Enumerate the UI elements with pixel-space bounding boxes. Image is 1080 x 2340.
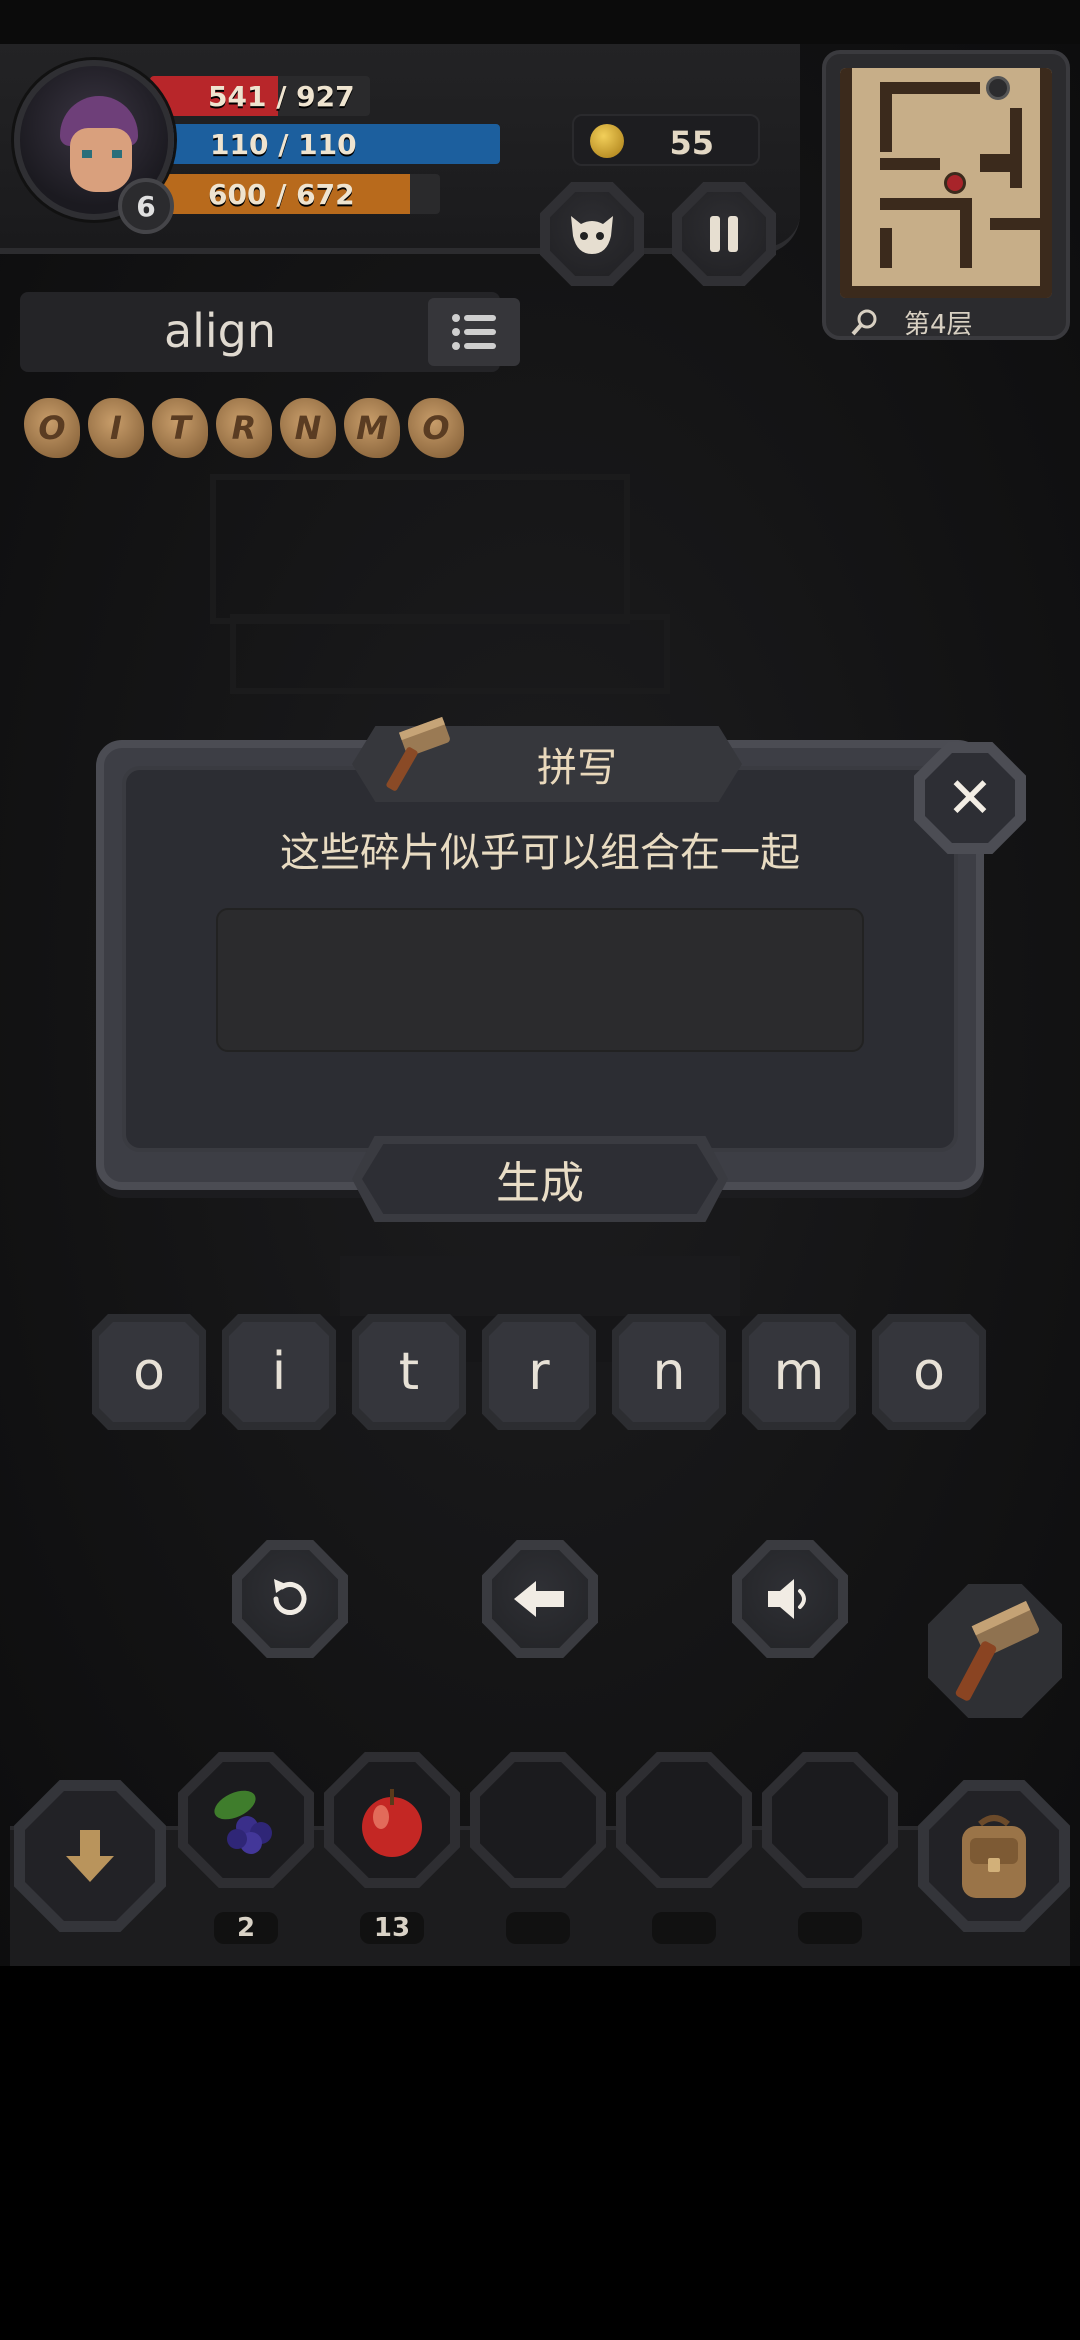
berries-icon xyxy=(214,1790,272,1854)
letter-tile-label: i xyxy=(229,1322,329,1422)
letter-tile[interactable]: t xyxy=(352,1314,466,1430)
spell-dialog: 这些碎片似乎可以组合在一起 xyxy=(96,740,984,1190)
mp-text: 110 / 110 xyxy=(210,127,357,161)
inventory-slot-2[interactable] xyxy=(324,1752,460,1888)
dialog-panel: 这些碎片似乎可以组合在一起 xyxy=(122,766,958,1152)
inventory-slot-1[interactable] xyxy=(178,1752,314,1888)
floor-label: 第4层 xyxy=(904,309,973,340)
backpack-button[interactable] xyxy=(918,1780,1070,1932)
word-list-button[interactable] xyxy=(428,298,520,366)
inventory-slot-5[interactable] xyxy=(762,1752,898,1888)
apple-icon xyxy=(362,1789,422,1857)
generate-button[interactable]: 生成 xyxy=(352,1136,728,1222)
player-marker xyxy=(944,172,966,194)
coin-icon xyxy=(590,124,624,158)
letter-tile-label: m xyxy=(749,1322,849,1422)
current-word-box: align xyxy=(20,292,520,372)
rune-fragment: N xyxy=(280,398,336,458)
refresh-icon xyxy=(273,1579,307,1615)
rune-fragment: O xyxy=(24,398,80,458)
slot-count xyxy=(652,1912,716,1944)
close-icon: ✕ xyxy=(925,753,1015,843)
letter-tile[interactable]: i xyxy=(222,1314,336,1430)
inventory-slot-4[interactable] xyxy=(616,1752,752,1888)
slot-count xyxy=(506,1912,570,1944)
mp-bar: 110 / 110 xyxy=(170,124,500,164)
xp-bar: 600 / 672 xyxy=(160,174,440,214)
hp-text: 541 / 927 xyxy=(208,79,355,113)
list-icon xyxy=(452,314,496,350)
generate-label: 生成 xyxy=(362,1144,718,1214)
letter-tile-label: n xyxy=(619,1322,719,1422)
slot-count: 2 xyxy=(214,1912,278,1944)
dialog-message: 这些碎片似乎可以组合在一起 xyxy=(280,830,800,876)
spell-input-field[interactable] xyxy=(216,908,864,1052)
pedestal xyxy=(340,1256,740,1316)
speaker-icon xyxy=(768,1579,806,1619)
letter-tile[interactable]: o xyxy=(872,1314,986,1430)
ghost-face-icon xyxy=(571,216,613,254)
current-word: align xyxy=(163,304,277,358)
letter-tile[interactable]: o xyxy=(92,1314,206,1430)
coin-value: 55 xyxy=(669,124,714,162)
rune-fragment: T xyxy=(152,398,208,458)
status-bar xyxy=(0,0,1080,44)
hp-bar: 541 / 927 xyxy=(150,76,370,116)
rune-fragment: R xyxy=(216,398,272,458)
letter-tile-label: o xyxy=(99,1322,199,1422)
minimap-view xyxy=(840,68,1052,298)
letter-tile[interactable]: r xyxy=(482,1314,596,1430)
floor-indicator: 第4层 xyxy=(836,304,1056,340)
rune-fragment: I xyxy=(88,398,144,458)
slot-count: 13 xyxy=(360,1912,424,1944)
fragment-row: OITRNMO xyxy=(24,398,464,462)
letter-tiles: oitrnmo xyxy=(92,1314,986,1430)
coin-counter: 55 xyxy=(572,114,760,166)
level-badge: 6 xyxy=(118,178,174,234)
rune-fragment: O xyxy=(408,398,464,458)
search-icon xyxy=(851,309,877,336)
letter-tile[interactable]: m xyxy=(742,1314,856,1430)
enemy-marker xyxy=(986,76,1010,100)
slot-count xyxy=(798,1912,862,1944)
backpack-icon xyxy=(962,1815,1026,1898)
dialog-title: 拼写 xyxy=(537,745,617,791)
letter-tile[interactable]: n xyxy=(612,1314,726,1430)
pause-icon xyxy=(710,216,738,252)
inventory-slot-3[interactable] xyxy=(470,1752,606,1888)
minimap[interactable]: 第4层 xyxy=(822,50,1070,340)
hammer-icon xyxy=(386,716,450,791)
arrow-left-icon xyxy=(514,1581,564,1617)
letter-tile-label: r xyxy=(489,1322,589,1422)
letter-tile-label: o xyxy=(879,1322,979,1422)
xp-text: 600 / 672 xyxy=(208,177,355,211)
letter-tile-label: t xyxy=(359,1322,459,1422)
arrow-down-icon xyxy=(66,1830,114,1882)
rune-fragment: M xyxy=(344,398,400,458)
drop-button[interactable] xyxy=(14,1780,166,1932)
